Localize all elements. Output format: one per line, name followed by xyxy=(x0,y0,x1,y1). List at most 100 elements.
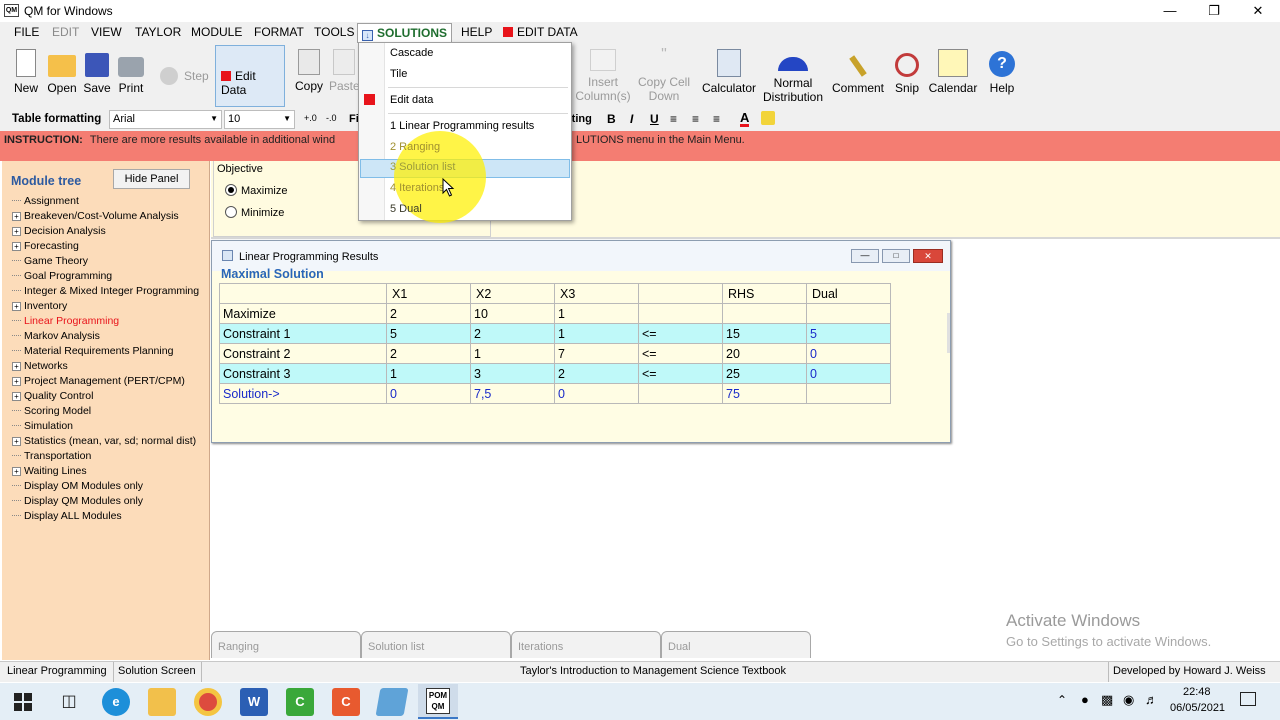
table-cell[interactable]: <= xyxy=(638,343,723,364)
recorder-icon[interactable]: C xyxy=(332,688,360,716)
expand-icon[interactable]: + xyxy=(12,212,21,221)
expand-icon[interactable]: + xyxy=(12,302,21,311)
menu-module[interactable]: MODULE xyxy=(191,25,242,39)
font-size-select[interactable]: 10 ▼ xyxy=(224,110,295,129)
table-cell[interactable]: 2 xyxy=(470,323,555,344)
decimal-decrease-icon[interactable]: -.0 xyxy=(326,113,337,123)
menu-file[interactable]: FILE xyxy=(14,25,39,39)
fill-color-icon[interactable] xyxy=(761,111,775,125)
sidebar-item-waiting-lines[interactable]: + Waiting Lines xyxy=(12,465,87,477)
pom-qm-taskbar-button[interactable]: POM QM xyxy=(418,684,458,719)
sidebar-item-networks[interactable]: + Networks xyxy=(12,360,68,372)
font-color-button[interactable]: A xyxy=(740,111,750,127)
windows-start-icon[interactable] xyxy=(14,693,32,711)
sidebar-item-display-all-modules[interactable]: Display ALL Modules xyxy=(12,510,122,522)
table-cell[interactable]: 3 xyxy=(470,363,555,384)
table-cell[interactable] xyxy=(722,303,807,324)
hide-panel-button[interactable]: Hide Panel xyxy=(113,169,190,189)
chrome-icon[interactable] xyxy=(194,688,222,716)
save-button[interactable]: Save xyxy=(82,49,112,95)
menu-item-tile[interactable]: Tile xyxy=(390,68,407,80)
minimize-radio[interactable]: Minimize xyxy=(225,206,284,219)
task-view-icon[interactable]: ◫ xyxy=(55,688,83,716)
table-cell[interactable]: 20 xyxy=(722,343,807,364)
minimize-icon[interactable]: — xyxy=(851,249,879,263)
word-icon[interactable]: W xyxy=(240,688,268,716)
menu-edit-data[interactable]: EDIT DATA xyxy=(503,25,578,39)
row-label[interactable]: Constraint 3 xyxy=(219,363,387,384)
camtasia-icon[interactable]: C xyxy=(286,688,314,716)
table-cell[interactable]: 10 xyxy=(470,303,555,324)
sidebar-item-linear-programming[interactable]: Linear Programming xyxy=(12,315,119,327)
step-button[interactable]: Step xyxy=(160,67,212,85)
tab-solution-list[interactable]: Solution list xyxy=(361,631,511,658)
chevron-up-icon[interactable]: ⌃ xyxy=(1057,693,1067,707)
expand-icon[interactable]: + xyxy=(12,467,21,476)
table-cell[interactable]: 5 xyxy=(386,323,471,344)
table-cell[interactable]: 1 xyxy=(386,363,471,384)
normal-distribution-button[interactable]: Normal Distribution xyxy=(760,49,826,104)
sidebar-item-goal-programming[interactable]: Goal Programming xyxy=(12,270,112,282)
tab-dual[interactable]: Dual xyxy=(661,631,811,658)
calendar-button[interactable]: Calendar xyxy=(928,49,978,95)
network-icon[interactable]: ▩ xyxy=(1101,692,1113,708)
expand-icon[interactable]: + xyxy=(12,392,21,401)
menu-taylor[interactable]: TAYLOR xyxy=(135,25,181,39)
menu-edit[interactable]: EDIT xyxy=(52,25,79,39)
table-cell[interactable]: 0 xyxy=(554,383,639,404)
table-cell[interactable]: 1 xyxy=(554,303,639,324)
table-cell[interactable] xyxy=(806,383,891,404)
row-label[interactable]: Solution-> xyxy=(219,383,387,404)
table-cell[interactable]: 1 xyxy=(470,343,555,364)
clock-time[interactable]: 22:48 xyxy=(1183,686,1211,698)
sidebar-item-breakeven-cost-volume-analysis[interactable]: + Breakeven/Cost-Volume Analysis xyxy=(12,210,179,222)
expand-icon[interactable]: + xyxy=(12,437,21,446)
tab-ranging[interactable]: Ranging xyxy=(211,631,361,658)
table-cell[interactable]: 7,5 xyxy=(470,383,555,404)
menu-format[interactable]: FORMAT xyxy=(254,25,304,39)
sidebar-item-transportation[interactable]: Transportation xyxy=(12,450,91,462)
restore-icon[interactable]: ❐ xyxy=(1192,0,1236,22)
sidebar-item-markov-analysis[interactable]: Markov Analysis xyxy=(12,330,100,342)
underline-button[interactable]: U xyxy=(650,112,659,126)
align-left-icon[interactable]: ≡ xyxy=(670,112,677,126)
sidebar-item-material-requirements-planning[interactable]: Material Requirements Planning xyxy=(12,345,173,357)
menu-tools[interactable]: TOOLS xyxy=(314,25,354,39)
menu-item-dual[interactable]: 5 Dual xyxy=(390,203,422,215)
comment-button[interactable]: Comment xyxy=(830,49,886,95)
table-cell[interactable]: 0 xyxy=(386,383,471,404)
table-cell[interactable] xyxy=(806,303,891,324)
help-button[interactable]: ? Help xyxy=(986,49,1018,95)
table-cell[interactable]: 1 xyxy=(554,323,639,344)
new-button[interactable]: New xyxy=(10,49,42,95)
edit-data-button[interactable]: Edit Data xyxy=(215,45,285,107)
menu-item-cascade[interactable]: Cascade xyxy=(390,47,433,59)
notification-icon[interactable] xyxy=(1240,692,1256,706)
minimize-icon[interactable]: — xyxy=(1148,0,1192,22)
table-cell[interactable]: 75 xyxy=(722,383,807,404)
menu-item-solution-list[interactable]: 3 Solution list xyxy=(390,161,455,173)
close-icon[interactable]: ✕ xyxy=(913,249,943,263)
sidebar-item-scoring-model[interactable]: Scoring Model xyxy=(12,405,91,417)
sidebar-item-display-om-modules-only[interactable]: Display OM Modules only xyxy=(12,480,143,492)
table-cell[interactable]: 5 xyxy=(806,323,891,344)
table-cell[interactable]: <= xyxy=(638,363,723,384)
table-cell[interactable]: <= xyxy=(638,323,723,344)
table-cell[interactable]: 25 xyxy=(722,363,807,384)
table-cell[interactable] xyxy=(638,303,723,324)
edge-icon[interactable]: e xyxy=(102,688,130,716)
file-explorer-icon[interactable] xyxy=(148,688,176,716)
sidebar-item-game-theory[interactable]: Game Theory xyxy=(12,255,88,267)
tab-iterations[interactable]: Iterations xyxy=(511,631,661,658)
menu-item-ranging[interactable]: 2 Ranging xyxy=(390,141,440,153)
microphone-icon[interactable]: ● xyxy=(1081,692,1089,707)
copy-cell-down-button[interactable]: " Copy Cell Down xyxy=(636,47,692,104)
volume-icon[interactable]: ♬ xyxy=(1145,692,1158,707)
sidebar-item-project-management-pert-cpm[interactable]: + Project Management (PERT/CPM) xyxy=(12,375,185,387)
table-cell[interactable]: 2 xyxy=(554,363,639,384)
calculator-button[interactable]: Calculator xyxy=(700,49,758,95)
sidebar-item-forecasting[interactable]: + Forecasting xyxy=(12,240,79,252)
sidebar-item-decision-analysis[interactable]: + Decision Analysis xyxy=(12,225,106,237)
italic-button[interactable]: I xyxy=(630,112,633,126)
maximize-radio[interactable]: Maximize xyxy=(225,184,287,197)
